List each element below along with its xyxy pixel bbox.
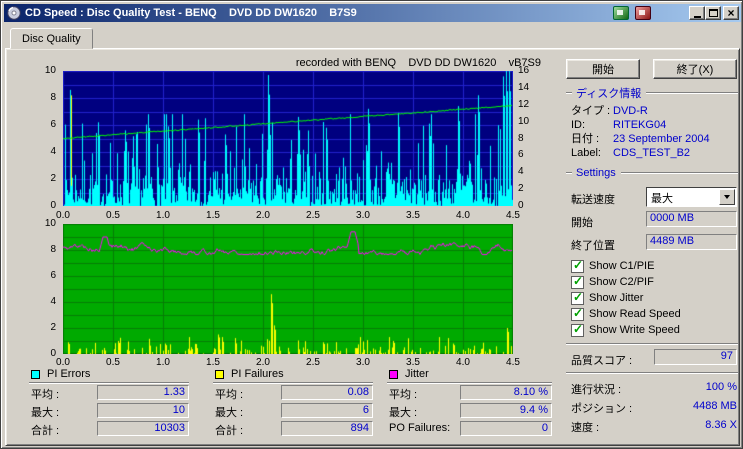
tab-disc-quality[interactable]: Disc Quality [10, 28, 93, 49]
maximize-icon [708, 9, 718, 17]
maximize-button[interactable] [705, 6, 721, 20]
close-button[interactable]: × [723, 6, 739, 20]
minimize-button[interactable] [689, 6, 705, 20]
window: CD Speed : Disc Quality Test - BENQ DVD … [0, 0, 743, 449]
window-title: CD Speed : Disc Quality Test - BENQ DVD … [25, 7, 357, 19]
minimize-icon [693, 15, 701, 18]
close-icon: × [727, 6, 735, 20]
tab-label: Disc Quality [22, 33, 81, 45]
titlebar-icon-red[interactable] [635, 6, 651, 20]
titlebar: CD Speed : Disc Quality Test - BENQ DVD … [4, 4, 741, 22]
tab-page-frame [5, 48, 740, 446]
app-icon[interactable] [7, 6, 21, 20]
titlebar-icon-green[interactable] [613, 6, 629, 20]
